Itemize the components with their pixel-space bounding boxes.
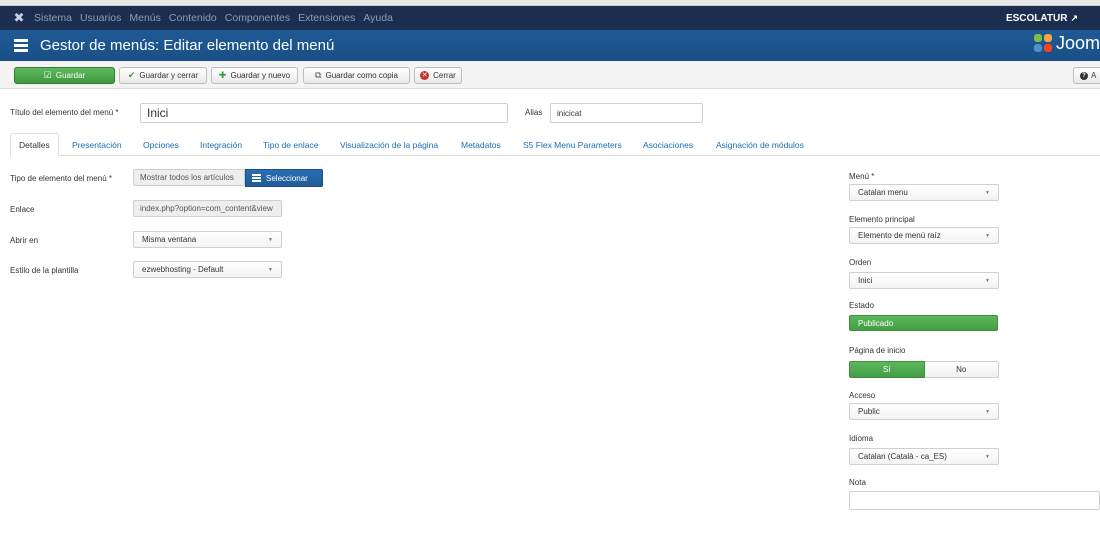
- save-button[interactable]: ☑ Guardar: [14, 67, 115, 84]
- home-page-label: Página de inicio: [849, 346, 906, 355]
- nav-item-contenido[interactable]: Contenido: [169, 12, 217, 24]
- title-label: Título del elemento del menú *: [10, 108, 119, 117]
- save-close-label: Guardar y cerrar: [139, 71, 199, 80]
- tab-bar: Detalles Presentación Opciones Integraci…: [10, 133, 1100, 157]
- tab-s5-flex-menu[interactable]: S5 Flex Menu Parameters: [523, 133, 622, 156]
- nav-item-extensiones[interactable]: Extensiones: [298, 12, 355, 24]
- toolbar: ☑ Guardar ✔ Guardar y cerrar ✚ Guardar y…: [0, 61, 1100, 89]
- alias-label: Alias: [525, 108, 543, 117]
- order-select[interactable]: Inici ▼: [849, 272, 999, 289]
- help-label: A: [1091, 71, 1097, 80]
- tab-metadatos[interactable]: Metadatos: [461, 133, 501, 156]
- site-link[interactable]: ESCOLATUR ↗: [1006, 6, 1078, 30]
- admin-navbar: ✖ Sistema Usuarios Menús Contenido Compo…: [0, 6, 1100, 30]
- plus-icon: ✚: [218, 70, 227, 80]
- access-value: Public: [858, 407, 880, 416]
- nav-item-menus[interactable]: Menús: [129, 12, 161, 24]
- access-label: Acceso: [849, 391, 876, 400]
- order-value: Inici: [858, 276, 873, 285]
- chevron-down-icon: ▼: [268, 267, 273, 273]
- menu-select[interactable]: Catalan menu ▼: [849, 184, 999, 201]
- home-page-toggle: Sí No: [849, 361, 999, 378]
- nav-item-sistema[interactable]: Sistema: [34, 12, 72, 24]
- open-in-value: Misma ventana: [142, 235, 197, 244]
- help-icon: ?: [1080, 71, 1088, 80]
- save-label: Guardar: [55, 71, 86, 80]
- tab-integracion[interactable]: Integración: [200, 133, 242, 156]
- save-copy-label: Guardar como copia: [325, 71, 398, 80]
- parent-label: Elemento principal: [849, 215, 915, 224]
- template-style-select[interactable]: ezwebhosting - Default ▼: [133, 261, 282, 278]
- list-icon: [252, 174, 261, 182]
- tab-detalles[interactable]: Detalles: [10, 133, 59, 157]
- parent-select[interactable]: Elemento de menú raíz ▼: [849, 227, 999, 244]
- select-label: Seleccionar: [266, 173, 308, 183]
- home-no-button[interactable]: No: [924, 361, 999, 378]
- tab-presentacion[interactable]: Presentación: [72, 133, 122, 156]
- menu-label: Menú *: [849, 172, 875, 181]
- note-label: Nota: [849, 478, 866, 487]
- access-select[interactable]: Public ▼: [849, 403, 999, 420]
- alias-input[interactable]: inicicat: [550, 103, 703, 123]
- menu-item-type-label: Tipo de elemento del menú *: [10, 174, 112, 183]
- title-input[interactable]: Inici: [140, 103, 508, 123]
- home-yes-button[interactable]: Sí: [849, 361, 925, 378]
- menu-value: Catalan menu: [858, 188, 908, 197]
- save-new-label: Guardar y nuevo: [230, 71, 291, 80]
- cancel-icon: ✕: [420, 71, 430, 80]
- close-button[interactable]: ✕ Cerrar: [414, 67, 462, 84]
- tab-asociaciones[interactable]: Asociaciones: [643, 133, 693, 156]
- help-button[interactable]: ? A: [1073, 67, 1100, 84]
- chevron-down-icon: ▼: [985, 454, 990, 460]
- external-link-icon: ↗: [1070, 12, 1078, 23]
- site-name: ESCOLATUR: [1005, 12, 1068, 24]
- nav-item-usuarios[interactable]: Usuarios: [80, 12, 121, 24]
- menu-item-type-field: Mostrar todos los artículos: [133, 169, 245, 186]
- language-select[interactable]: Catalan (Català - ca_ES) ▼: [849, 448, 999, 465]
- save-copy-button[interactable]: ⧉ Guardar como copia: [303, 67, 410, 84]
- tab-tipo-enlace[interactable]: Tipo de enlace: [263, 133, 318, 156]
- tab-opciones[interactable]: Opciones: [143, 133, 179, 156]
- template-style-label: Estilo de la plantilla: [10, 266, 79, 275]
- close-label: Cerrar: [433, 71, 456, 80]
- copy-icon: ⧉: [315, 70, 322, 80]
- joomla-logo-icon[interactable]: ✖: [8, 6, 30, 30]
- open-in-select[interactable]: Misma ventana ▼: [133, 231, 282, 248]
- joomla-brand: Joom: [1033, 33, 1100, 54]
- link-label: Enlace: [10, 205, 35, 214]
- tab-visualizacion[interactable]: Visualización de la página: [340, 133, 438, 156]
- chevron-down-icon: ▼: [985, 409, 990, 415]
- link-field: index.php?option=com_content&view: [133, 200, 282, 217]
- main-menu: Sistema Usuarios Menús Contenido Compone…: [34, 12, 401, 24]
- note-input[interactable]: [849, 491, 1100, 510]
- chevron-down-icon: ▼: [985, 190, 990, 196]
- parent-value: Elemento de menú raíz: [858, 231, 941, 240]
- open-in-label: Abrir en: [10, 236, 39, 245]
- language-value: Catalan (Català - ca_ES): [858, 452, 947, 461]
- order-label: Orden: [849, 258, 872, 267]
- save-close-button[interactable]: ✔ Guardar y cerrar: [119, 67, 207, 84]
- list-icon: [14, 39, 28, 52]
- template-style-value: ezwebhosting - Default: [142, 265, 224, 274]
- check-icon: ✔: [127, 70, 136, 80]
- title-bar: Gestor de menús: Editar elemento del men…: [0, 30, 1100, 61]
- edit-icon: ☑: [43, 70, 52, 80]
- status-select[interactable]: Publicado: [849, 315, 998, 331]
- chevron-down-icon: ▼: [268, 237, 273, 243]
- brand-text: Joom: [1055, 33, 1100, 53]
- language-label: Idioma: [849, 434, 874, 443]
- select-type-button[interactable]: Seleccionar: [245, 169, 323, 187]
- chevron-down-icon: ▼: [985, 233, 990, 239]
- joomla-brand-icon: [1033, 33, 1054, 54]
- nav-item-ayuda[interactable]: Ayuda: [363, 12, 393, 24]
- nav-item-componentes[interactable]: Componentes: [225, 12, 290, 24]
- page-title: Gestor de menús: Editar elemento del men…: [40, 37, 335, 54]
- save-new-button[interactable]: ✚ Guardar y nuevo: [211, 67, 298, 84]
- status-label: Estado: [849, 301, 874, 310]
- tab-asignacion-modulos[interactable]: Asignación de módulos: [716, 133, 804, 156]
- chevron-down-icon: ▼: [985, 278, 990, 284]
